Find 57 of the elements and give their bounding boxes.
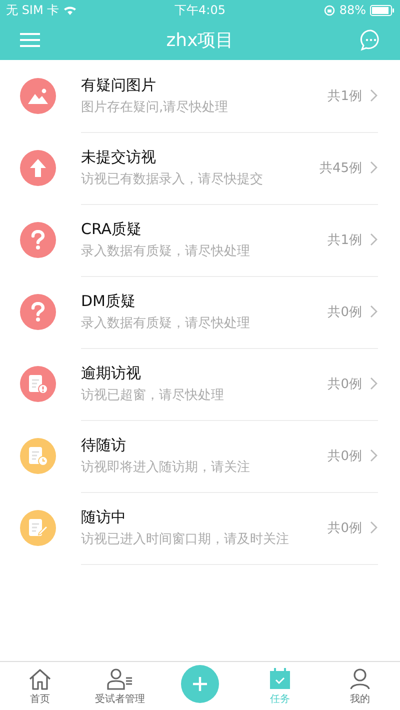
- task-description: 访视已进入时间窗口期，请及时关注: [81, 530, 290, 548]
- image-icon: [28, 88, 48, 104]
- question-mark-icon: [31, 302, 45, 322]
- chevron-right-icon[interactable]: [370, 305, 378, 318]
- chevron-right-icon[interactable]: [370, 161, 378, 174]
- task-title[interactable]: DM质疑: [81, 292, 328, 310]
- task-description: 访视已超窗，请尽快处理: [81, 386, 225, 404]
- task-title[interactable]: 未提交访视: [81, 148, 320, 166]
- task-count: 共45例: [319, 160, 362, 176]
- task-count: 共0例: [328, 304, 362, 320]
- person-icon: [349, 668, 371, 690]
- wifi-icon: [63, 5, 78, 15]
- chevron-right-icon[interactable]: [370, 377, 378, 390]
- task-description: 录入数据有质疑，请尽快处理: [81, 314, 251, 332]
- chat-bubble-icon[interactable]: [360, 29, 382, 51]
- document-edit-icon: [28, 518, 48, 538]
- tab-bar-item[interactable]: 首页: [0, 662, 80, 710]
- upload-arrow-icon: [30, 159, 46, 177]
- task-description: 录入数据有质疑，请尽快处理: [81, 242, 251, 260]
- task-description: 访视即将进入随访期，请关注: [81, 458, 251, 476]
- tab-label: 我的: [350, 692, 370, 706]
- battery-icon: [370, 4, 394, 16]
- tab-bar-item[interactable]: 受试者管理: [80, 662, 160, 710]
- clock-time: 下午4:05: [174, 2, 226, 18]
- chevron-right-icon[interactable]: [370, 521, 378, 534]
- calendar-check-icon: [269, 668, 291, 690]
- rotation-lock-icon: [324, 4, 336, 16]
- task-description: 图片存在疑问,请尽快处理: [81, 98, 230, 116]
- task-title[interactable]: CRA质疑: [81, 220, 328, 238]
- home-icon: [28, 668, 52, 690]
- task-count: 共0例: [328, 376, 362, 392]
- task-count: 共0例: [328, 520, 362, 536]
- tab-label: 任务: [270, 693, 290, 706]
- task-count: 共0例: [328, 448, 362, 464]
- battery-percent: 88%: [339, 3, 366, 17]
- task-title[interactable]: 有疑问图片: [81, 76, 328, 94]
- add-button[interactable]: [181, 665, 219, 703]
- document-clock-icon: [28, 446, 48, 466]
- chevron-right-icon[interactable]: [370, 233, 378, 246]
- plus-icon: [193, 677, 207, 691]
- chevron-right-icon[interactable]: [370, 89, 378, 102]
- menu-icon[interactable]: [20, 32, 40, 48]
- task-title[interactable]: 待随访: [81, 436, 328, 454]
- carrier-text: 无 SIM 卡: [6, 2, 60, 18]
- tab-label: 受试者管理: [95, 692, 145, 706]
- document-alert-icon: [28, 374, 48, 394]
- task-count: 共1例: [328, 88, 362, 104]
- task-title[interactable]: 逾期访视: [81, 364, 328, 382]
- task-title[interactable]: 随访中: [81, 508, 328, 526]
- page-title: zhx项目: [166, 29, 234, 52]
- chevron-right-icon[interactable]: [370, 449, 378, 462]
- tab-bar-item[interactable]: 我的: [320, 662, 400, 710]
- person-list-icon: [107, 668, 133, 690]
- task-description: 访视已有数据录入，请尽快提交: [81, 170, 264, 188]
- tab-label: 首页: [30, 693, 50, 706]
- task-count: 共1例: [328, 232, 362, 248]
- question-mark-icon: [31, 230, 45, 250]
